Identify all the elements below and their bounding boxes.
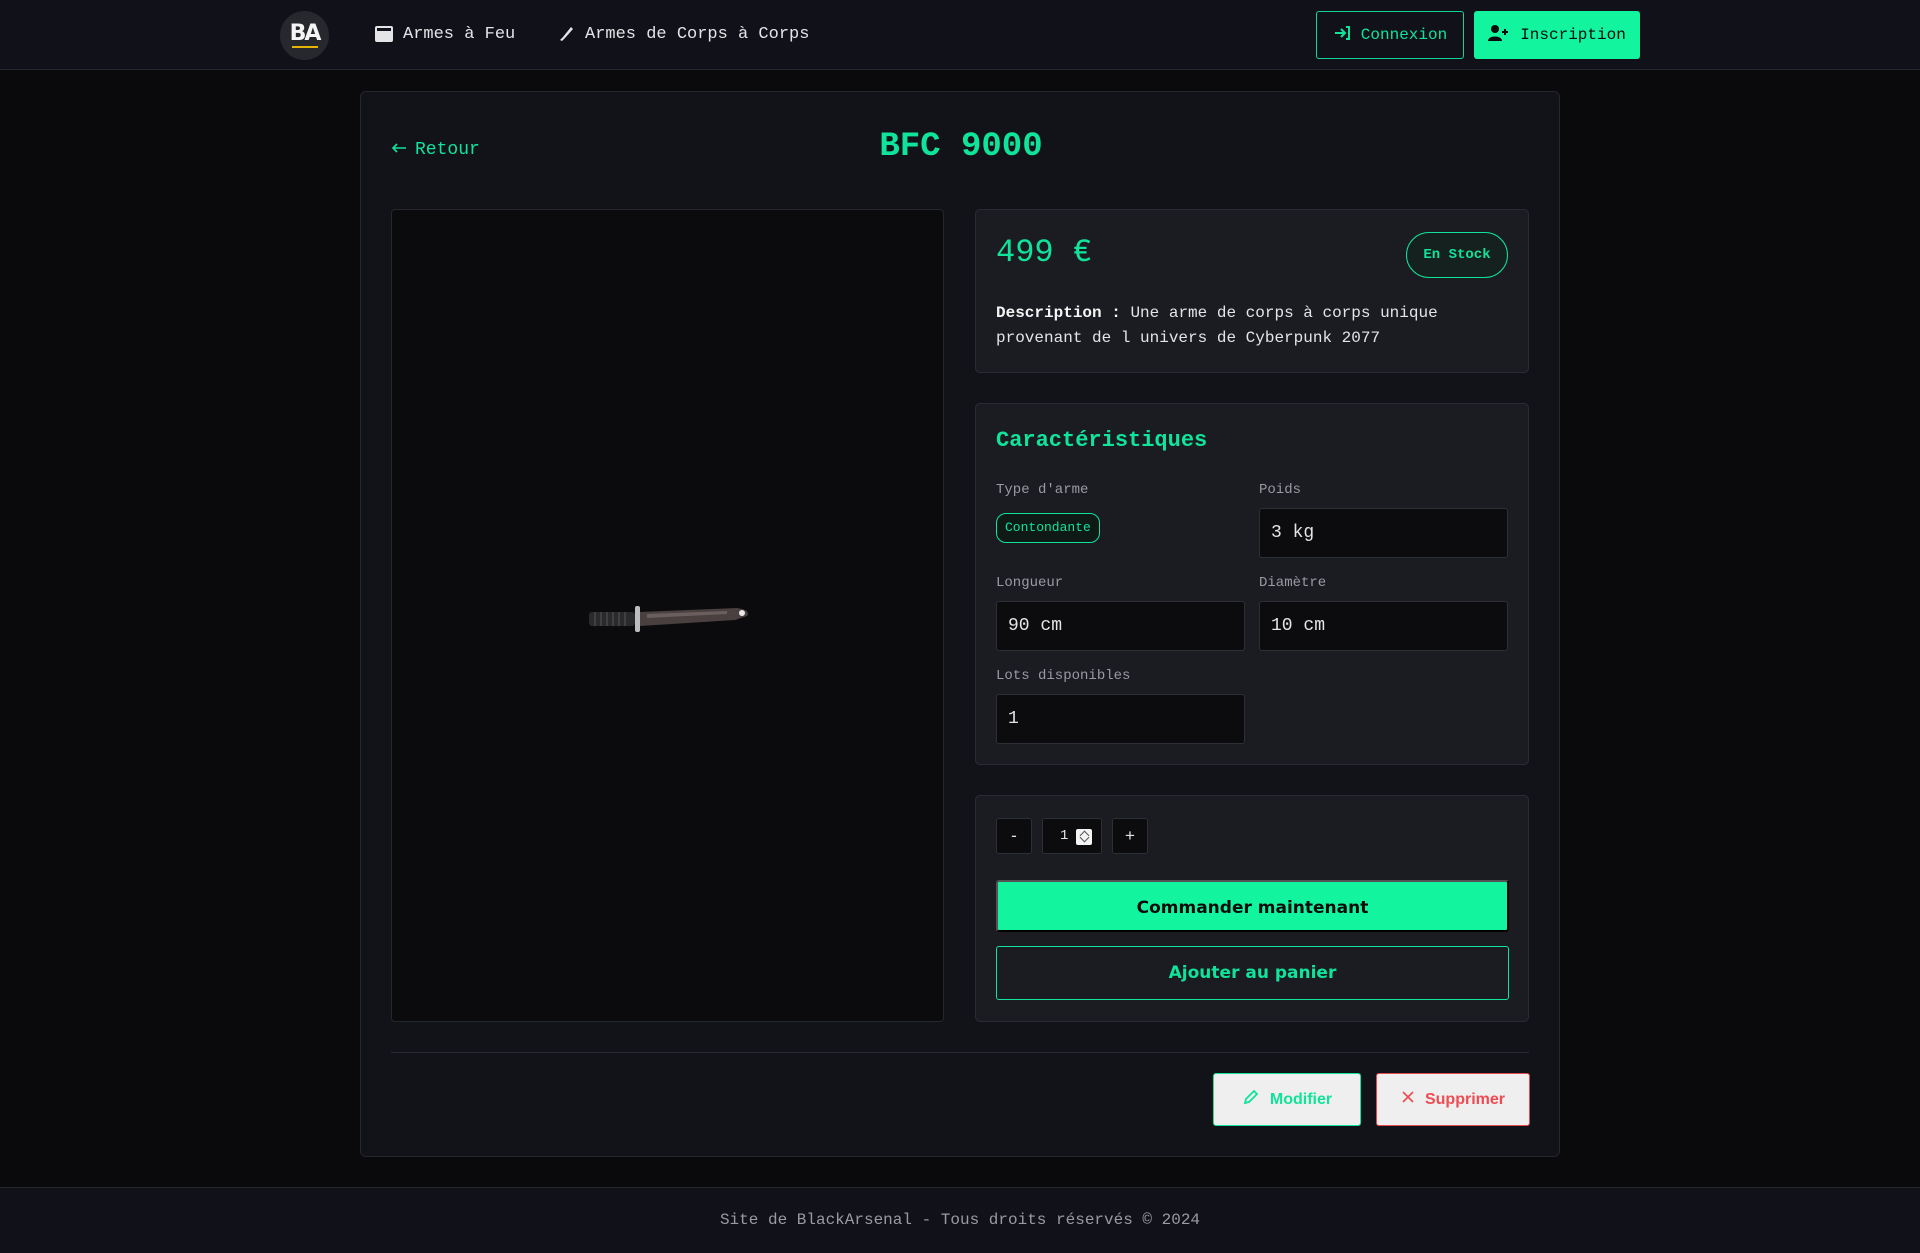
logo-text: BA: [289, 20, 322, 46]
close-icon: [1401, 1090, 1415, 1109]
nav-link-firearms-label: Armes à Feu: [403, 24, 516, 44]
nav-link-firearms[interactable]: Armes à Feu: [375, 22, 515, 46]
knife-icon: [557, 25, 575, 43]
nav-link-melee-weapons[interactable]: Armes de Corps à Corps: [557, 22, 809, 46]
lots-label: Lots disponibles: [996, 668, 1131, 684]
site-logo[interactable]: BA: [280, 11, 329, 60]
length-field: 90 cm: [996, 601, 1245, 651]
product-card: Retour BFC 9000 499 € En Stock Descripti…: [360, 91, 1560, 1157]
weapon-type-badge: Contondante: [996, 513, 1100, 543]
product-image-knife: [589, 606, 748, 632]
footer: Site de BlackArsenal - Tous droits réser…: [0, 1187, 1920, 1253]
add-to-cart-button[interactable]: Ajouter au panier: [996, 946, 1509, 1000]
weight-field: 3 kg: [1259, 508, 1508, 558]
length-label: Longueur: [996, 575, 1064, 591]
price-panel: 499 € En Stock Description : Une arme de…: [975, 209, 1529, 373]
weight-label: Poids: [1259, 482, 1302, 498]
order-panel: - 1 + Commander maintenant Ajouter au pa…: [975, 795, 1529, 1022]
characteristics-panel: Caractéristiques Type d'arme Contondante…: [975, 403, 1529, 765]
product-price: 499 €: [996, 234, 1093, 271]
characteristics-title: Caractéristiques: [996, 428, 1208, 453]
film-icon: [375, 26, 393, 42]
user-plus-icon: [1488, 24, 1510, 47]
signup-button[interactable]: Inscription: [1474, 11, 1640, 59]
description-label: Description :: [996, 304, 1121, 322]
footer-text: Site de BlackArsenal - Tous droits réser…: [719, 1211, 1201, 1229]
product-title: BFC 9000: [879, 128, 1043, 166]
divider: [391, 1052, 1529, 1053]
decrease-quantity-button[interactable]: -: [996, 818, 1032, 854]
lots-field: 1: [996, 694, 1245, 744]
login-label: Connexion: [1360, 26, 1448, 44]
quantity-value: 1: [1060, 828, 1069, 844]
login-icon: [1333, 24, 1351, 47]
delete-label: Supprimer: [1424, 1090, 1505, 1108]
diameter-field: 10 cm: [1259, 601, 1508, 651]
login-button[interactable]: Connexion: [1316, 11, 1464, 59]
top-navbar: BA Armes à Feu Armes de Corps à Corps Co…: [0, 0, 1920, 70]
diameter-label: Diamètre: [1259, 575, 1327, 591]
quantity-input[interactable]: 1: [1042, 818, 1102, 854]
edit-label: Modifier: [1269, 1090, 1333, 1108]
type-label: Type d'arme: [996, 482, 1089, 498]
order-now-button[interactable]: Commander maintenant: [996, 880, 1509, 932]
delete-button[interactable]: Supprimer: [1376, 1073, 1530, 1126]
increase-quantity-button[interactable]: +: [1112, 818, 1148, 854]
quantity-spinner-icon[interactable]: [1076, 829, 1092, 845]
pencil-icon: [1242, 1088, 1260, 1111]
stock-badge: En Stock: [1406, 232, 1508, 278]
edit-button[interactable]: Modifier: [1213, 1073, 1361, 1126]
nav-link-melee-label: Armes de Corps à Corps: [585, 24, 810, 44]
signup-label: Inscription: [1520, 26, 1626, 44]
product-image-panel: [391, 209, 944, 1022]
product-description: Description : Une arme de corps à corps …: [996, 301, 1506, 351]
logo-underline: [291, 45, 318, 48]
